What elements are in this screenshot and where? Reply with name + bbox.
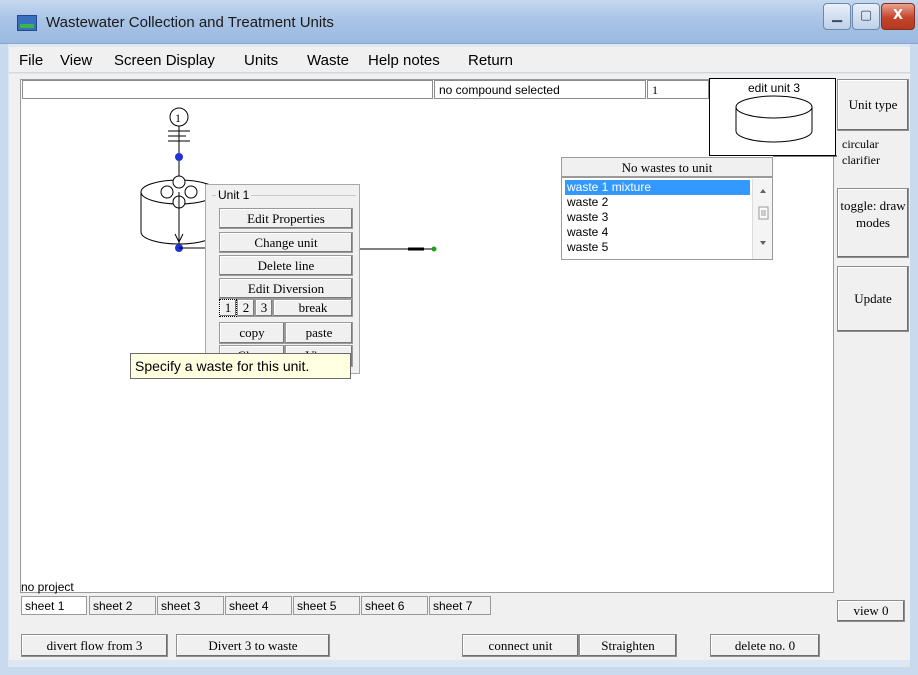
connect-unit-button[interactable]: connect unit (462, 634, 579, 657)
waste-item[interactable]: waste 5 (565, 240, 750, 255)
scrollbar-arrows-icon (758, 189, 769, 245)
menu-return[interactable]: Return (468, 52, 513, 69)
waste-list-scrollbar[interactable] (752, 179, 772, 259)
break-button[interactable]: break (273, 299, 353, 317)
node-label: 1 (175, 111, 181, 125)
divert-to-waste-button[interactable]: Divert 3 to waste (176, 634, 330, 657)
status-field-left (22, 80, 433, 99)
preview-connector-line (773, 155, 837, 157)
menu-file[interactable]: File (19, 52, 43, 69)
sheet-tab-3[interactable]: sheet 3 (157, 596, 224, 615)
project-label: no project (21, 580, 74, 594)
update-button[interactable]: Update (837, 266, 909, 332)
clarifier-preview-icon (735, 95, 813, 143)
menu-screen-display[interactable]: Screen Display (114, 52, 215, 69)
sheet-tab-6[interactable]: sheet 6 (361, 596, 428, 615)
unit-popup: Unit 1 Edit Properties Change unit Delet… (205, 184, 360, 374)
popup-title: Unit 1 (216, 188, 252, 202)
waste-tooltip: Specify a waste for this unit. (130, 353, 351, 379)
waste-item-selected[interactable]: waste 1 mixture (565, 180, 750, 195)
toggle-draw-modes-button[interactable]: toggle: draw modes (837, 188, 909, 258)
edit-diversion-button[interactable]: Edit Diversion (219, 278, 353, 299)
view-button[interactable]: view 0 (837, 600, 905, 622)
diversion-3-button[interactable]: 3 (255, 299, 273, 317)
menu-waste[interactable]: Waste (307, 52, 349, 69)
waste-item[interactable]: waste 3 (565, 210, 750, 225)
menu-help-notes[interactable]: Help notes (368, 52, 440, 69)
waste-item[interactable]: waste 2 (565, 195, 750, 210)
diversion-1-button[interactable]: 1 (219, 299, 237, 317)
waste-list-header[interactable]: No wastes to unit (561, 157, 773, 177)
straighten-button[interactable]: Straighten (579, 634, 677, 657)
unit-preview: edit unit 3 (709, 78, 836, 156)
close-button[interactable]: X (881, 3, 915, 30)
paste-button[interactable]: paste (285, 322, 353, 344)
window-title: Wastewater Collection and Treatment Unit… (46, 14, 334, 31)
unit-type-button[interactable]: Unit type (837, 79, 909, 131)
divert-flow-from-button[interactable]: divert flow from 3 (21, 634, 168, 657)
change-unit-button[interactable]: Change unit (219, 232, 353, 253)
sheet-tab-2[interactable]: sheet 2 (89, 596, 156, 615)
maximize-button[interactable]: ▢ (852, 3, 880, 30)
sheet-tab-5[interactable]: sheet 5 (293, 596, 360, 615)
sheet-tab-7[interactable]: sheet 7 (429, 596, 491, 615)
sheet-tab-1[interactable]: sheet 1 (21, 596, 87, 615)
compound-status: no compound selected (434, 80, 646, 99)
outflow-line (360, 246, 437, 252)
status-number: 1 (647, 80, 709, 99)
edit-properties-button[interactable]: Edit Properties (219, 208, 353, 229)
waste-list[interactable]: waste 1 mixture waste 2 waste 3 waste 4 … (561, 177, 773, 260)
delete-no-button[interactable]: delete no. 0 (710, 634, 820, 657)
waste-item[interactable]: waste 4 (565, 225, 750, 240)
menu-view[interactable]: View (60, 52, 92, 69)
minimize-button[interactable]: ▁ (823, 3, 851, 30)
sheet-tab-4[interactable]: sheet 4 (225, 596, 292, 615)
copy-button[interactable]: copy (219, 322, 285, 344)
app-icon (17, 15, 37, 31)
delete-line-button[interactable]: Delete line (219, 255, 353, 276)
title-bar[interactable]: Wastewater Collection and Treatment Unit… (0, 0, 918, 44)
unit-type-value: circular clarifier (842, 137, 880, 167)
menu-bar: File View Screen Display Units Waste Hel… (9, 47, 910, 73)
menu-units[interactable]: Units (244, 52, 278, 69)
diversion-2-button[interactable]: 2 (237, 299, 255, 317)
